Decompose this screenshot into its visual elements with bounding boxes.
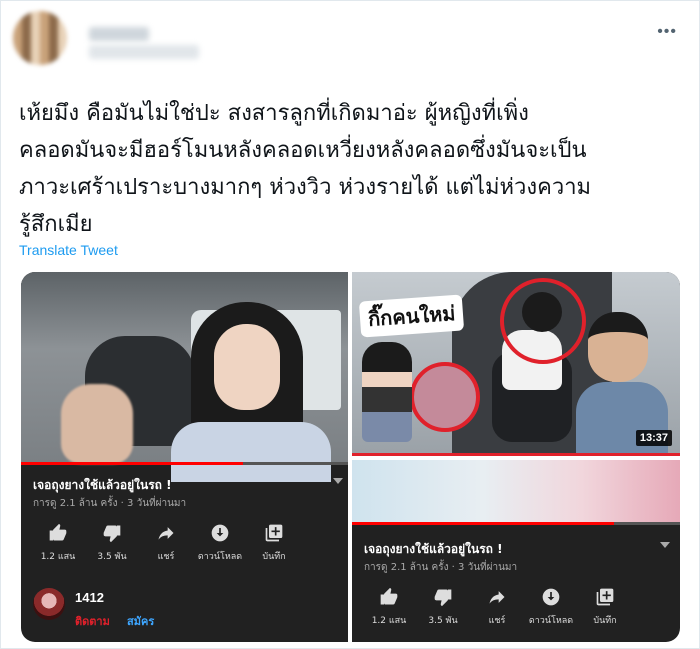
user-handle[interactable] bbox=[89, 45, 199, 59]
woman-shirt bbox=[171, 422, 331, 482]
media-grid: เจอถุงยางใช้แล้วอยู่ในรถ ! การดู 2.1 ล้า… bbox=[21, 272, 680, 642]
dislike-button[interactable]: 3.5 พัน bbox=[85, 522, 139, 563]
thumbs-up-icon bbox=[379, 586, 399, 608]
translate-tweet-link[interactable]: Translate Tweet bbox=[19, 242, 118, 258]
save-button[interactable]: บันทึก bbox=[578, 586, 632, 627]
user-display-name[interactable] bbox=[89, 27, 149, 41]
video-duration: 13:37 bbox=[635, 430, 672, 446]
channel-avatar[interactable] bbox=[33, 588, 65, 620]
tweet-card: ••• เห้ยมึง คือมันไม่ใช่ปะ สงสารลูกที่เก… bbox=[0, 0, 700, 649]
media-image-right-top[interactable]: กิ๊กคนใหม่ 13:37 bbox=[352, 272, 680, 456]
subscribe-button[interactable]: ติดตาม bbox=[75, 612, 110, 630]
join-button[interactable]: สมัคร bbox=[127, 612, 154, 630]
download-icon bbox=[210, 522, 230, 544]
dislike-button[interactable]: 3.5 พัน bbox=[416, 586, 470, 627]
save-button[interactable]: บันทึก bbox=[247, 522, 301, 563]
download-icon bbox=[541, 586, 561, 608]
girl-cutout bbox=[362, 342, 412, 442]
video-progress-bar[interactable] bbox=[352, 453, 680, 456]
blurred-hand bbox=[61, 384, 133, 464]
video-progress-bar[interactable] bbox=[352, 522, 680, 525]
thumbs-down-icon bbox=[102, 522, 122, 544]
tweet-text: เห้ยมึง คือมันไม่ใช่ปะ สงสารลูกที่เกิดมา… bbox=[19, 101, 592, 237]
share-icon bbox=[487, 586, 507, 608]
channel-name[interactable]: 1412 bbox=[75, 590, 104, 605]
share-button[interactable]: แชร์ bbox=[139, 522, 193, 563]
share-icon bbox=[156, 522, 176, 544]
download-button[interactable]: ดาวน์โหลด bbox=[193, 522, 247, 563]
video-title: เจอถุงยางใช้แล้วอยู่ในรถ ! bbox=[364, 542, 503, 556]
user-avatar[interactable] bbox=[13, 11, 67, 65]
like-button[interactable]: 1.2 แสน bbox=[31, 522, 85, 563]
media-image-left[interactable]: เจอถุงยางใช้แล้วอยู่ในรถ ! การดู 2.1 ล้า… bbox=[21, 272, 348, 642]
share-button[interactable]: แชร์ bbox=[470, 586, 524, 627]
more-options-icon[interactable]: ••• bbox=[657, 23, 677, 41]
video-title: เจอถุงยางใช้แล้วอยู่ในรถ ! bbox=[33, 478, 172, 492]
video-thumbnail-right-bottom bbox=[352, 460, 680, 524]
like-button[interactable]: 1.2 แสน bbox=[362, 586, 416, 627]
red-circle-highlight bbox=[500, 278, 586, 364]
chevron-down-icon[interactable] bbox=[660, 542, 670, 548]
save-icon bbox=[264, 522, 284, 544]
thumbs-down-icon bbox=[433, 586, 453, 608]
red-circle-highlight bbox=[410, 362, 480, 432]
save-icon bbox=[595, 586, 615, 608]
video-thumbnail-left bbox=[21, 272, 348, 482]
thumbnail-caption: กิ๊กคนใหม่ bbox=[358, 294, 465, 338]
video-meta: การดู 2.1 ล้าน ครั้ง · 3 วันที่ผ่านมา bbox=[33, 498, 187, 509]
download-button[interactable]: ดาวน์โหลด bbox=[524, 586, 578, 627]
chevron-down-icon[interactable] bbox=[333, 478, 343, 484]
video-progress-bar[interactable] bbox=[21, 462, 348, 465]
thumbs-up-icon bbox=[48, 522, 68, 544]
video-thumbnail-right-top: กิ๊กคนใหม่ 13:37 bbox=[352, 272, 680, 456]
video-actions: 1.2 แสน 3.5 พัน แชร์ ดาวน์โหลด บันทึก bbox=[362, 586, 632, 627]
video-actions: 1.2 แสน 3.5 พัน แชร์ ดาวน์โหลด บันทึก bbox=[31, 522, 301, 563]
video-meta: การดู 2.1 ล้าน ครั้ง · 3 วันที่ผ่านมา bbox=[364, 562, 518, 573]
woman-face bbox=[214, 324, 280, 410]
media-image-right-bottom[interactable]: เจอถุงยางใช้แล้วอยู่ในรถ ! การดู 2.1 ล้า… bbox=[352, 460, 680, 642]
